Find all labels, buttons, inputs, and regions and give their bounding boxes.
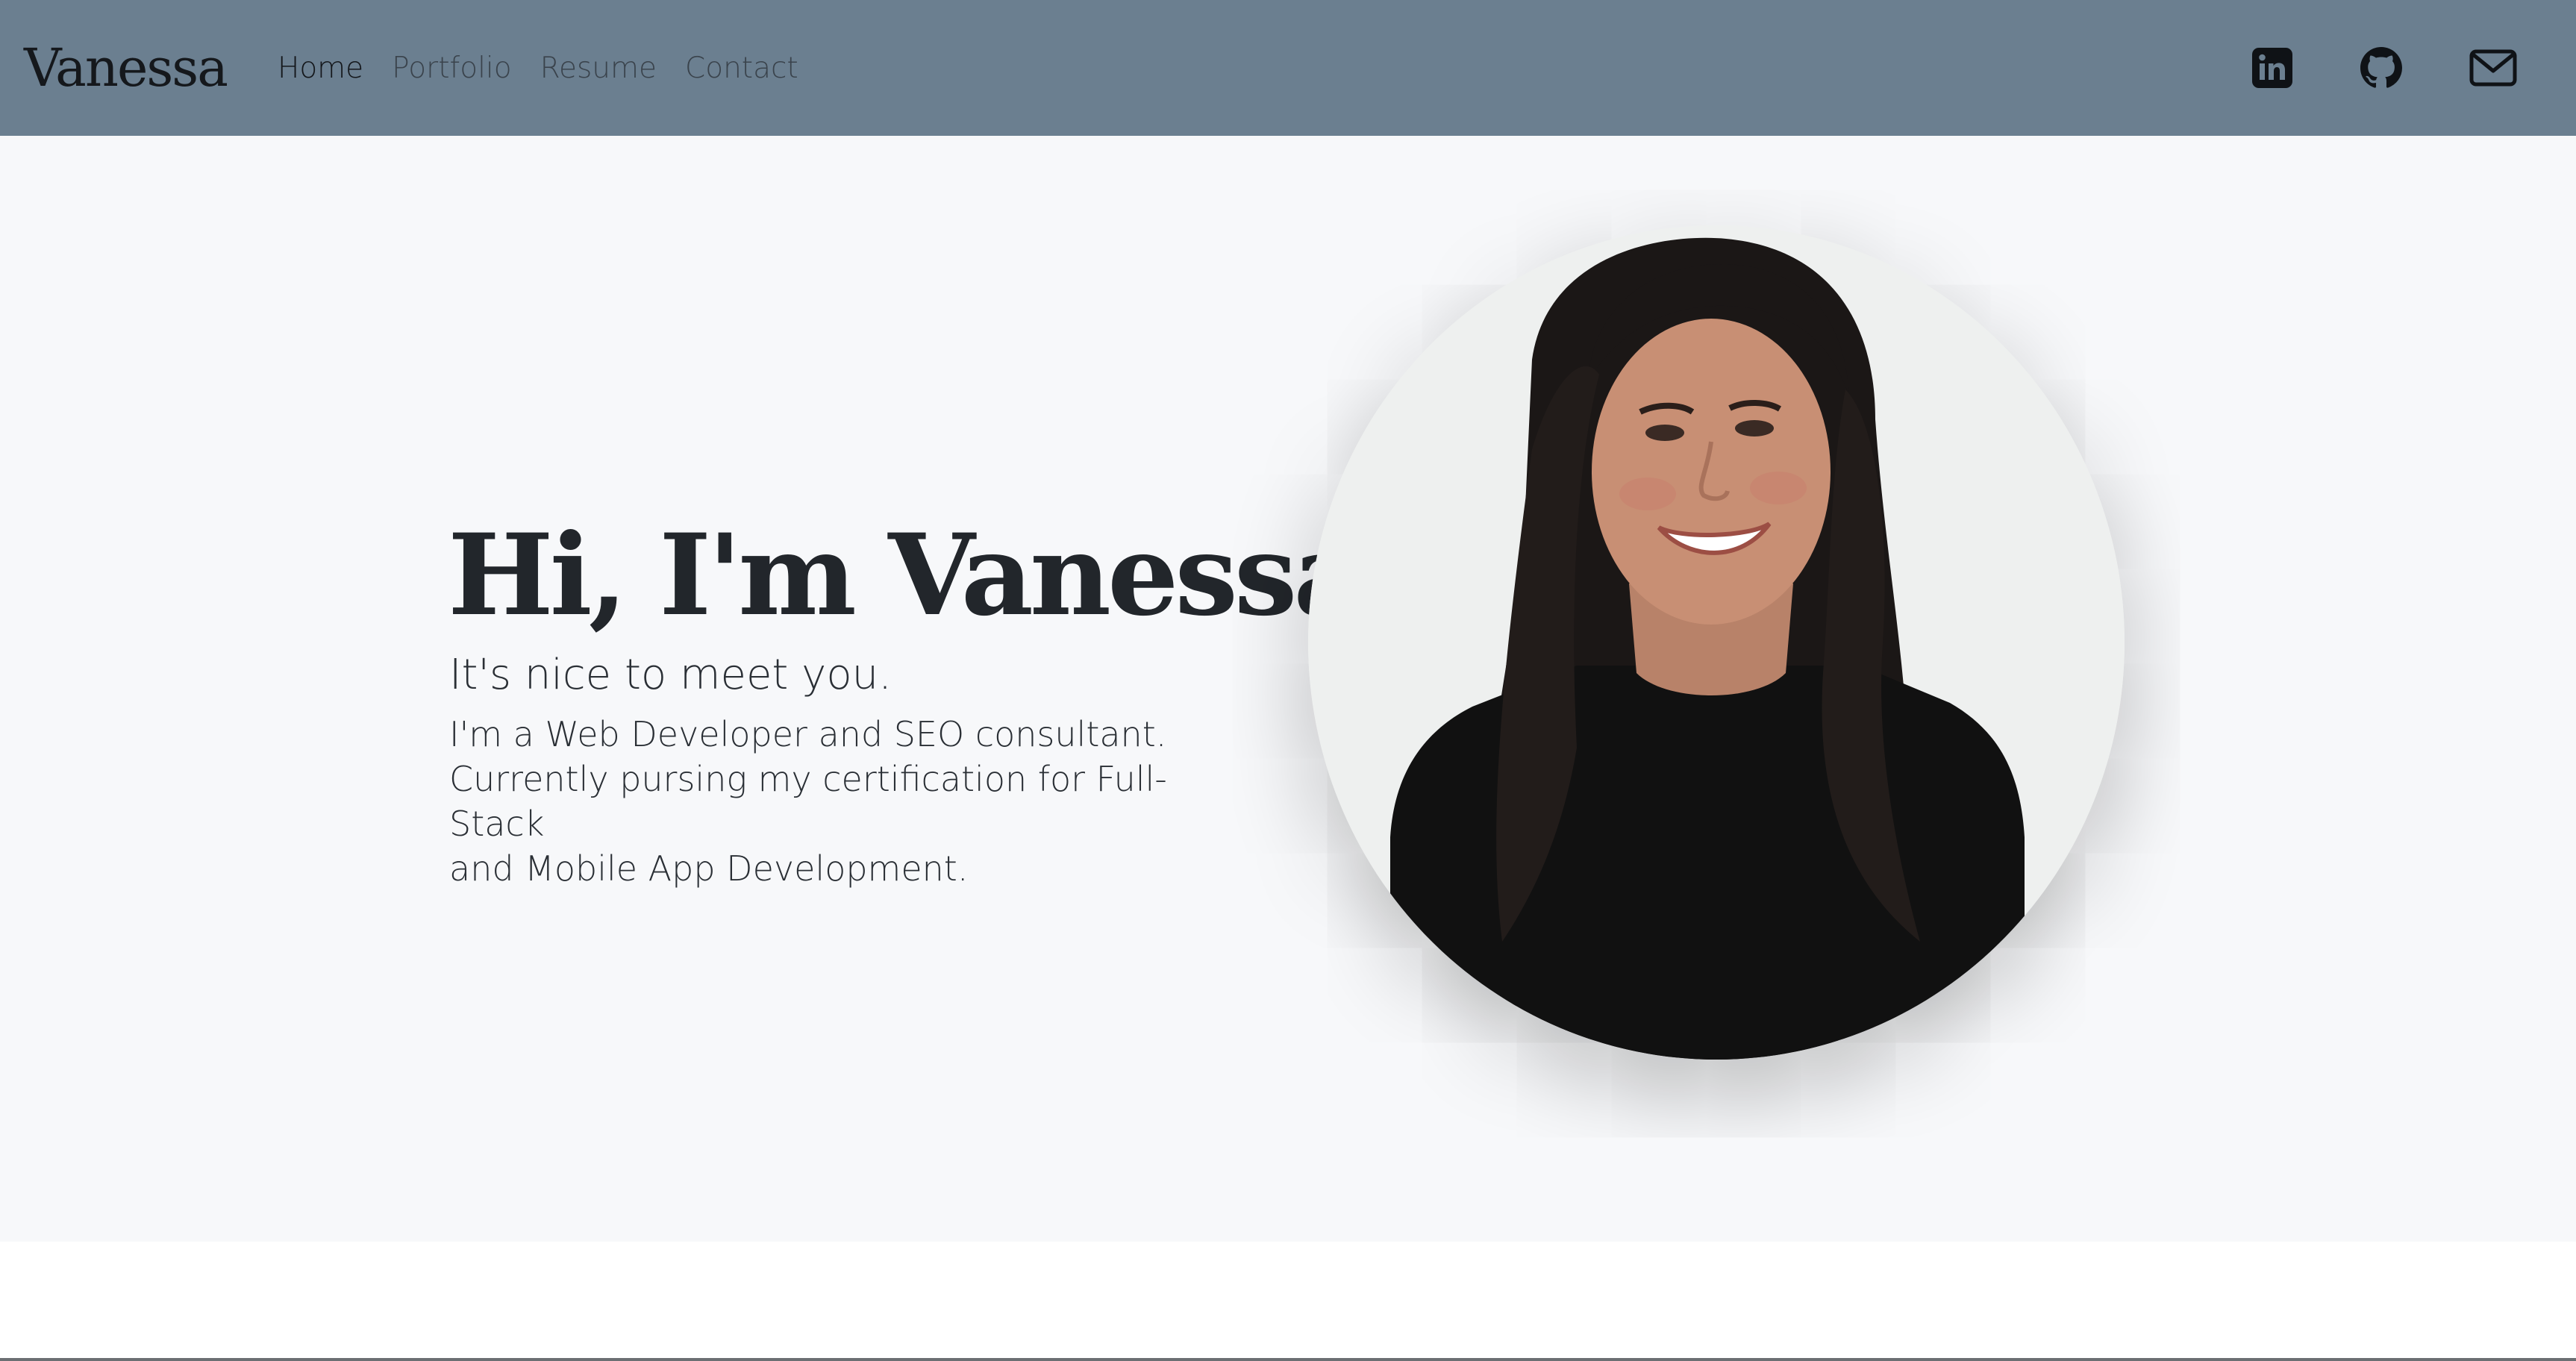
hero-text: Hi, I'm Vanessa. It's nice to meet you. …	[448, 510, 1401, 891]
hero-description-line: Currently pursing my certification for F…	[449, 759, 1167, 844]
hero-section: Hi, I'm Vanessa. It's nice to meet you. …	[0, 136, 2576, 1242]
hero-description: I'm a Web Developer and SEO consultant. …	[449, 712, 1255, 891]
brand-logo[interactable]: Vanessa	[24, 34, 228, 101]
nav-link-resume[interactable]: Resume	[540, 46, 657, 91]
hero-description-line: I'm a Web Developer and SEO consultant.	[449, 714, 1167, 754]
github-icon[interactable]	[2355, 42, 2407, 94]
hero-description-line: and Mobile App Development.	[449, 848, 969, 889]
bottom-divider	[0, 1358, 2576, 1361]
hero-title: Hi, I'm Vanessa.	[448, 510, 1401, 641]
nav-link-contact[interactable]: Contact	[685, 46, 798, 91]
mail-icon[interactable]	[2467, 42, 2519, 94]
content-below-hero	[0, 1242, 2576, 1361]
linkedin-icon[interactable]	[2246, 42, 2298, 94]
nav-link-portfolio[interactable]: Portfolio	[392, 46, 511, 91]
hero-subtitle: It's nice to meet you.	[449, 651, 892, 699]
nav-links: Home Portfolio Resume Contact	[278, 46, 827, 91]
nav-link-home[interactable]: Home	[278, 46, 363, 91]
navbar: Vanessa Home Portfolio Resume Contact	[0, 0, 2576, 136]
profile-photo	[1308, 225, 2125, 1060]
